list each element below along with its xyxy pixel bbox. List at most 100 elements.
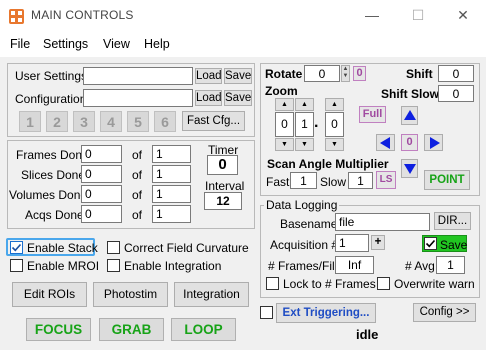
arrow-right-icon: [430, 137, 440, 149]
checkmark-icon: [11, 243, 22, 252]
point-button[interactable]: POINT: [424, 170, 470, 190]
configuration-field[interactable]: [83, 89, 193, 107]
slot-1-button[interactable]: 1: [19, 111, 41, 132]
lock-to-frames-label: Lock to # Frames: [283, 277, 376, 291]
ls-button[interactable]: LS: [376, 171, 396, 189]
photostim-button[interactable]: Photostim: [93, 282, 168, 307]
enable-mroi-checkbox[interactable]: [10, 259, 23, 272]
slot-4-button[interactable]: 4: [100, 111, 122, 132]
timer-display: 0: [207, 155, 238, 175]
frames-of-label: of: [132, 148, 143, 162]
zoom-digit2[interactable]: 1: [295, 112, 314, 137]
avg-label: # Avg: [405, 259, 435, 273]
grab-button[interactable]: GRAB: [99, 318, 164, 341]
menu-help[interactable]: Help: [144, 37, 170, 51]
rotate-label: Rotate: [265, 67, 303, 81]
slow-multiplier-field[interactable]: 1: [348, 172, 373, 189]
scan-angle-label: Scan Angle Multiplier: [267, 157, 389, 171]
edit-rois-button[interactable]: Edit ROIs: [12, 282, 87, 307]
app-icon: [9, 9, 24, 24]
zoom-digit3-up[interactable]: ▲: [325, 98, 344, 111]
close-button[interactable]: ✕: [451, 4, 475, 26]
enable-integration-checkbox[interactable]: [107, 259, 120, 272]
slot-2-button[interactable]: 2: [46, 111, 68, 132]
focus-button[interactable]: FOCUS: [26, 318, 91, 341]
config-save-button[interactable]: Save: [224, 90, 252, 106]
ext-triggering-checkbox[interactable]: [260, 306, 273, 319]
frames-done-field[interactable]: 0: [81, 145, 122, 163]
slot-6-button[interactable]: 6: [154, 111, 176, 132]
rotate-spinner[interactable]: ▲ ▼: [341, 65, 350, 82]
zoom-digit2-down[interactable]: ▼: [295, 138, 314, 151]
slices-done-label: Slices Done: [21, 168, 86, 182]
shift-slow-field[interactable]: 0: [438, 85, 474, 102]
menu-view[interactable]: View: [103, 37, 130, 51]
user-load-button[interactable]: Load: [195, 68, 222, 84]
frames-total-field[interactable]: 1: [152, 145, 191, 163]
menu-file[interactable]: File: [10, 37, 30, 51]
basename-label: Basename: [280, 217, 338, 231]
overwrite-warn-checkbox[interactable]: [377, 277, 390, 290]
frames-per-file-field[interactable]: Inf: [335, 256, 374, 274]
menu-settings[interactable]: Settings: [43, 37, 88, 51]
arrow-up-icon: [403, 110, 416, 120]
center-button[interactable]: 0: [401, 134, 418, 151]
integration-button[interactable]: Integration: [174, 282, 249, 307]
slices-done-field[interactable]: 0: [81, 165, 122, 183]
acqs-total-field[interactable]: 1: [152, 205, 191, 223]
volumes-total-field[interactable]: 1: [152, 185, 191, 203]
basename-field[interactable]: file: [335, 213, 430, 231]
loop-button[interactable]: LOOP: [171, 318, 236, 341]
zoom-digit2-up[interactable]: ▲: [295, 98, 314, 111]
slow-label: Slow: [320, 175, 347, 189]
maximize-button[interactable]: ☐: [406, 4, 430, 26]
slot-5-button[interactable]: 5: [127, 111, 149, 132]
acquisition-number-field[interactable]: 1: [335, 234, 369, 252]
acqs-of-label: of: [132, 208, 143, 222]
full-button[interactable]: Full: [359, 106, 386, 123]
shift-left-button[interactable]: [376, 134, 395, 151]
acqs-done-label: Acqs Done: [25, 208, 84, 222]
enable-stack-checkbox[interactable]: [10, 241, 23, 254]
minimize-button[interactable]: —: [360, 4, 384, 26]
shift-field[interactable]: 0: [438, 65, 474, 82]
user-settings-label: User Settings: [15, 69, 88, 83]
slices-of-label: of: [132, 168, 143, 182]
shift-down-button[interactable]: [401, 159, 418, 178]
interval-field[interactable]: 12: [204, 192, 242, 210]
zoom-digit1-down[interactable]: ▼: [275, 138, 294, 151]
zoom-decimal-point: .: [314, 114, 319, 131]
volumes-done-field[interactable]: 0: [81, 185, 122, 203]
zoom-digit3-down[interactable]: ▼: [325, 138, 344, 151]
zoom-digit1[interactable]: 0: [275, 112, 294, 137]
frames-per-file-label: # Frames/File: [268, 259, 342, 273]
rotate-reset-button[interactable]: 0: [353, 66, 366, 81]
save-checkbox[interactable]: [424, 237, 437, 250]
acqs-done-field[interactable]: 0: [81, 205, 122, 223]
enable-integration-label: Enable Integration: [124, 259, 222, 273]
shift-up-button[interactable]: [401, 106, 418, 125]
lock-to-frames-checkbox[interactable]: [266, 277, 279, 290]
slices-total-field[interactable]: 1: [152, 165, 191, 183]
user-settings-field[interactable]: [83, 67, 193, 85]
arrow-left-icon: [380, 137, 390, 149]
acquisition-increment-button[interactable]: +: [371, 235, 385, 250]
user-save-button[interactable]: Save: [224, 68, 252, 84]
rotate-field[interactable]: 0: [304, 65, 340, 82]
volumes-done-label: Volumes Done: [9, 188, 88, 202]
slot-3-button[interactable]: 3: [73, 111, 95, 132]
config-button[interactable]: Config >>: [413, 303, 476, 322]
shift-right-button[interactable]: [424, 134, 443, 151]
dir-button[interactable]: DIR...: [434, 212, 471, 230]
arrow-down-icon: [403, 164, 416, 174]
enable-stack-label: Enable Stack: [27, 241, 98, 255]
avg-field[interactable]: 1: [436, 256, 465, 274]
config-load-button[interactable]: Load: [195, 90, 222, 106]
fast-cfg-button[interactable]: Fast Cfg...: [182, 111, 245, 131]
zoom-digit1-up[interactable]: ▲: [275, 98, 294, 111]
zoom-digit3[interactable]: 0: [325, 112, 344, 137]
window-title: MAIN CONTROLS: [31, 8, 134, 22]
correct-field-curvature-checkbox[interactable]: [107, 241, 120, 254]
ext-triggering-button[interactable]: Ext Triggering...: [276, 303, 376, 323]
fast-multiplier-field[interactable]: 1: [290, 172, 317, 189]
